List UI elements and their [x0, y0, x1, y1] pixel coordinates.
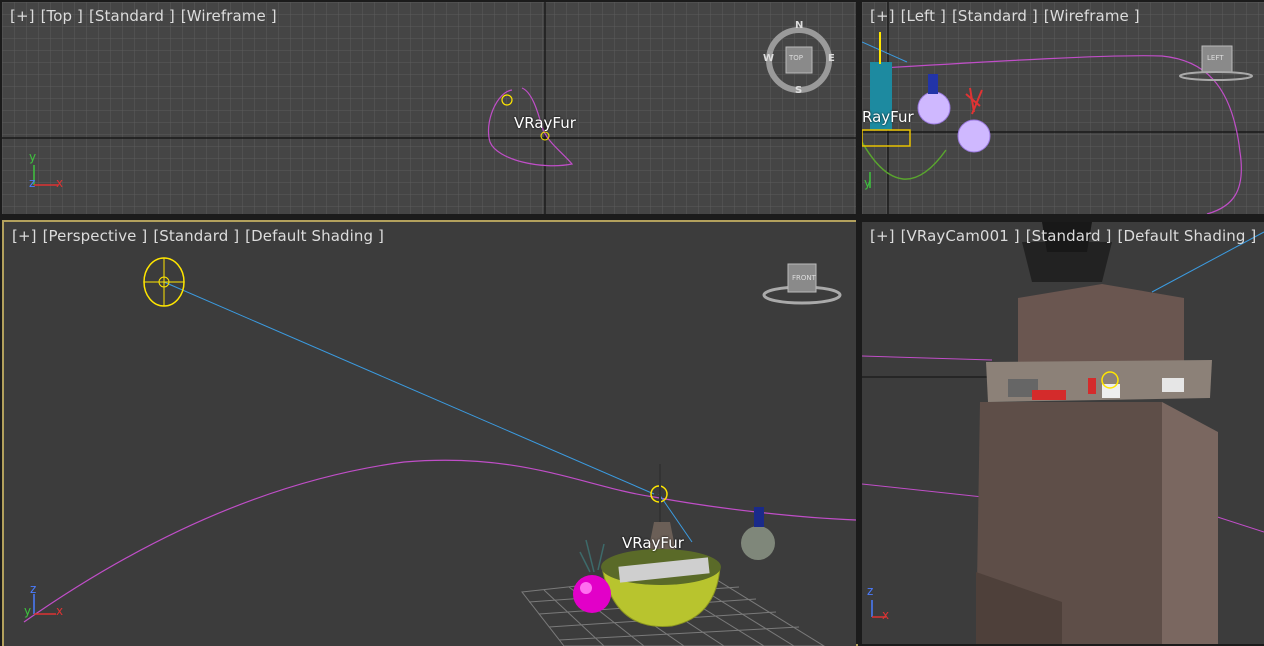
top-plus-menu[interactable]: [+] — [10, 7, 35, 25]
left-object-label: RayFur — [862, 108, 914, 126]
perspective-magenta-sphere — [573, 575, 611, 613]
viewport-divider-horizontal[interactable] — [0, 214, 1264, 220]
top-object-label: VRayFur — [514, 114, 576, 132]
perspective-view-menu[interactable]: [Perspective ] — [43, 227, 148, 245]
compass-east: E — [828, 53, 835, 64]
left-shading-menu[interactable]: [Wireframe ] — [1044, 7, 1140, 25]
perspective-shading-menu[interactable]: [Default Shading ] — [245, 227, 384, 245]
perspective-camera-icon — [143, 257, 185, 307]
camera-canvas — [862, 222, 1264, 644]
perspective-axis-z: z — [30, 582, 37, 596]
top-preset-menu[interactable]: [Standard ] — [89, 7, 175, 25]
perspective-viewport-label[interactable]: [+] [Perspective ] [Standard ] [Default Sha… — [12, 227, 390, 245]
top-grid-canvas — [2, 2, 856, 214]
camera-shading-menu[interactable]: [Default Shading ] — [1118, 227, 1257, 245]
top-axis-z: z — [29, 176, 36, 190]
top-view-menu[interactable]: [Top ] — [41, 7, 83, 25]
perspective-canvas — [23, 257, 856, 646]
perspective-axis-y: y — [24, 604, 32, 618]
left-plus-menu[interactable]: [+] — [870, 7, 895, 25]
viewport-perspective[interactable]: [+] [Perspective ] [Standard ] [Default Sha… — [2, 220, 858, 646]
camera-view-menu[interactable]: [VRayCam001 ] — [901, 227, 1020, 245]
left-view-menu[interactable]: [Left ] — [901, 7, 946, 25]
top-axis-y: y — [29, 150, 37, 164]
camera-viewport-label[interactable]: [+] [VRayCam001 ] [Standard ] [Default Shad… — [870, 227, 1262, 245]
perspective-viewcube — [762, 263, 842, 305]
perspective-rock-sphere — [741, 526, 775, 560]
top-axis-x: x — [56, 176, 64, 190]
camera-preset-menu[interactable]: [Standard ] — [1026, 227, 1112, 245]
viewport-divider-vertical[interactable] — [856, 0, 862, 644]
left-grid-canvas — [862, 2, 1264, 214]
compass-west: W — [763, 53, 775, 64]
camera-axis-z: z — [867, 584, 874, 598]
camera-plus-menu[interactable]: [+] — [870, 227, 895, 245]
left-viewport-label[interactable]: [+] [Left ] [Standard ] [Wireframe ] — [870, 7, 1146, 25]
top-viewport-label[interactable]: [+] [Top ] [Standard ] [Wireframe ] — [10, 7, 283, 25]
left-viewcube-face[interactable]: LEFT — [1207, 54, 1224, 62]
perspective-plus-menu[interactable]: [+] — [12, 227, 37, 245]
perspective-axis-x: x — [56, 604, 64, 618]
viewport-left[interactable]: [+] [Left ] [Standard ] [Wireframe ] RayFur… — [862, 2, 1264, 214]
camera-top-block — [1018, 284, 1184, 362]
left-sphere-1 — [917, 91, 951, 125]
top-viewcube-face[interactable]: TOP — [789, 54, 803, 62]
perspective-preset-menu[interactable]: [Standard ] — [153, 227, 239, 245]
camera-axis-x: x — [882, 608, 890, 622]
perspective-object-label: VRayFur — [622, 534, 684, 552]
compass-north: N — [795, 20, 804, 31]
perspective-spline-path — [23, 459, 856, 623]
perspective-viewcube-face[interactable]: FRONT — [792, 274, 816, 282]
left-axis-y: y — [864, 176, 872, 190]
compass-south: S — [795, 85, 803, 96]
viewport-top[interactable]: [+] [Top ] [Standard ] [Wireframe ] VRayFur… — [2, 2, 856, 214]
viewport-camera[interactable]: [+] [VRayCam001 ] [Standard ] [Default Shad… — [862, 222, 1264, 644]
top-shading-menu[interactable]: [Wireframe ] — [181, 7, 277, 25]
left-sphere-2 — [957, 119, 991, 153]
left-preset-menu[interactable]: [Standard ] — [952, 7, 1038, 25]
